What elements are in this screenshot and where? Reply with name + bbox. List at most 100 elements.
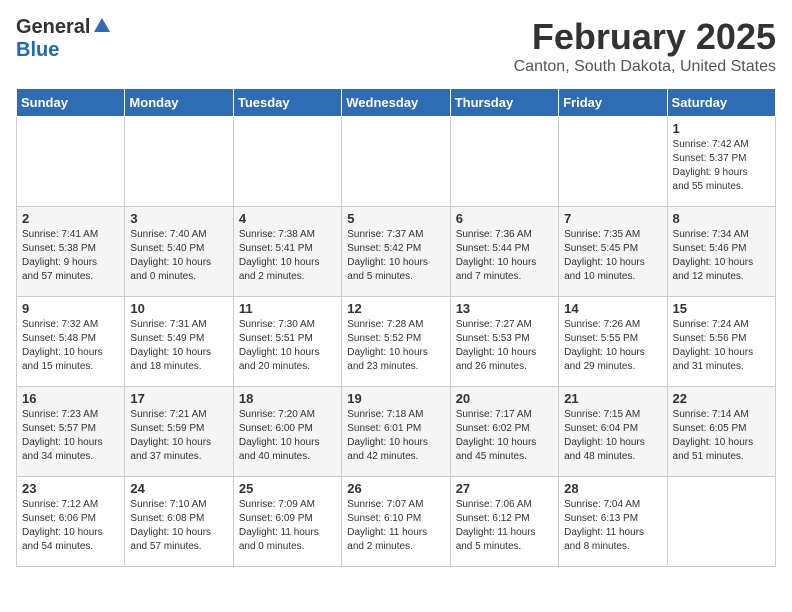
day-info: Sunrise: 7:34 AM Sunset: 5:46 PM Dayligh… [673,228,770,284]
day-number: 21 [564,391,661,406]
day-number: 15 [673,301,770,316]
calendar-cell [342,117,450,207]
calendar-cell: 5 Sunrise: 7:37 AM Sunset: 5:42 PM Daylig… [342,207,450,297]
calendar-cell [125,117,233,207]
day-info: Sunrise: 7:41 AM Sunset: 5:38 PM Dayligh… [22,228,119,284]
day-info: Sunrise: 7:37 AM Sunset: 5:42 PM Dayligh… [347,228,444,284]
logo: General Blue [16,16,112,62]
day-number: 2 [22,211,119,226]
calendar-cell: 4 Sunrise: 7:38 AM Sunset: 5:41 PM Daylig… [233,207,341,297]
day-of-week-header: Saturday [667,89,775,117]
calendar-cell: 25 Sunrise: 7:09 AM Sunset: 6:09 PM Dayli… [233,477,341,567]
calendar-cell [233,117,341,207]
day-info: Sunrise: 7:40 AM Sunset: 5:40 PM Dayligh… [130,228,227,284]
calendar-cell: 2 Sunrise: 7:41 AM Sunset: 5:38 PM Daylig… [17,207,125,297]
calendar-cell: 22Sunrise: 7:14 AM Sunset: 6:05 PM Dayli… [667,387,775,477]
calendar-cell: 10 Sunrise: 7:31 AM Sunset: 5:49 PM Dayli… [125,297,233,387]
calendar-cell: 27 Sunrise: 7:06 AM Sunset: 6:12 PM Dayli… [450,477,558,567]
day-number: 3 [130,211,227,226]
day-number: 20 [456,391,553,406]
calendar-cell: 13 Sunrise: 7:27 AM Sunset: 5:53 PM Dayli… [450,297,558,387]
day-of-week-header: Thursday [450,89,558,117]
calendar-cell: 26 Sunrise: 7:07 AM Sunset: 6:10 PM Dayli… [342,477,450,567]
calendar-cell: 7 Sunrise: 7:35 AM Sunset: 5:45 PM Daylig… [559,207,667,297]
calendar-cell: 21 Sunrise: 7:15 AM Sunset: 6:04 PM Dayli… [559,387,667,477]
day-of-week-header: Wednesday [342,89,450,117]
logo-blue-text: Blue [16,39,59,62]
calendar-cell: 11Sunrise: 7:30 AM Sunset: 5:51 PM Dayli… [233,297,341,387]
day-info: Sunrise: 7:28 AM Sunset: 5:52 PM Dayligh… [347,318,444,374]
day-info: Sunrise: 7:09 AM Sunset: 6:09 PM Dayligh… [239,498,336,554]
day-info: Sunrise: 7:04 AM Sunset: 6:13 PM Dayligh… [564,498,661,554]
day-number: 7 [564,211,661,226]
header: General Blue February 2025 Canton, South… [16,16,776,76]
day-number: 1 [673,121,770,136]
calendar-week-row: 1 Sunrise: 7:42 AM Sunset: 5:37 PM Daylig… [17,117,776,207]
day-info: Sunrise: 7:32 AM Sunset: 5:48 PM Dayligh… [22,318,119,374]
day-number: 13 [456,301,553,316]
day-info: Sunrise: 7:31 AM Sunset: 5:49 PM Dayligh… [130,318,227,374]
day-info: Sunrise: 7:15 AM Sunset: 6:04 PM Dayligh… [564,408,661,464]
day-number: 23 [22,481,119,496]
day-info: Sunrise: 7:24 AM Sunset: 5:56 PM Dayligh… [673,318,770,374]
logo-general-text: General [16,16,90,39]
calendar-cell: 12 Sunrise: 7:28 AM Sunset: 5:52 PM Dayli… [342,297,450,387]
day-number: 16 [22,391,119,406]
day-info: Sunrise: 7:10 AM Sunset: 6:08 PM Dayligh… [130,498,227,554]
title-area: February 2025 Canton, South Dakota, Unit… [514,16,776,76]
day-info: Sunrise: 7:18 AM Sunset: 6:01 PM Dayligh… [347,408,444,464]
day-number: 25 [239,481,336,496]
day-number: 26 [347,481,444,496]
day-number: 22 [673,391,770,406]
calendar-cell: 17Sunrise: 7:21 AM Sunset: 5:59 PM Dayli… [125,387,233,477]
calendar-week-row: 23 Sunrise: 7:12 AM Sunset: 6:06 PM Dayli… [17,477,776,567]
day-info: Sunrise: 7:06 AM Sunset: 6:12 PM Dayligh… [456,498,553,554]
calendar-cell: 23 Sunrise: 7:12 AM Sunset: 6:06 PM Dayli… [17,477,125,567]
day-number: 19 [347,391,444,406]
day-number: 24 [130,481,227,496]
day-info: Sunrise: 7:20 AM Sunset: 6:00 PM Dayligh… [239,408,336,464]
calendar-table: SundayMondayTuesdayWednesdayThursdayFrid… [16,88,776,567]
day-info: Sunrise: 7:07 AM Sunset: 6:10 PM Dayligh… [347,498,444,554]
day-number: 17 [130,391,227,406]
day-number: 27 [456,481,553,496]
day-number: 4 [239,211,336,226]
calendar-cell: 14 Sunrise: 7:26 AM Sunset: 5:55 PM Dayli… [559,297,667,387]
day-of-week-header: Sunday [17,89,125,117]
location-title: Canton, South Dakota, United States [514,58,776,76]
day-info: Sunrise: 7:27 AM Sunset: 5:53 PM Dayligh… [456,318,553,374]
calendar-cell: 16 Sunrise: 7:23 AM Sunset: 5:57 PM Dayli… [17,387,125,477]
calendar-cell: 20 Sunrise: 7:17 AM Sunset: 6:02 PM Dayli… [450,387,558,477]
day-of-week-header: Friday [559,89,667,117]
day-number: 10 [130,301,227,316]
day-number: 28 [564,481,661,496]
day-number: 18 [239,391,336,406]
calendar-cell: 28 Sunrise: 7:04 AM Sunset: 6:13 PM Dayli… [559,477,667,567]
calendar-cell: 18 Sunrise: 7:20 AM Sunset: 6:00 PM Dayli… [233,387,341,477]
calendar-cell: 19 Sunrise: 7:18 AM Sunset: 6:01 PM Dayli… [342,387,450,477]
calendar-cell: 15 Sunrise: 7:24 AM Sunset: 5:56 PM Dayli… [667,297,775,387]
calendar-week-row: 16 Sunrise: 7:23 AM Sunset: 5:57 PM Dayli… [17,387,776,477]
day-number: 6 [456,211,553,226]
day-number: 9 [22,301,119,316]
day-number: 14 [564,301,661,316]
logo-icon [92,16,112,36]
calendar-cell: 8Sunrise: 7:34 AM Sunset: 5:46 PM Daylig… [667,207,775,297]
day-number: 5 [347,211,444,226]
day-info: Sunrise: 7:35 AM Sunset: 5:45 PM Dayligh… [564,228,661,284]
day-info: Sunrise: 7:42 AM Sunset: 5:37 PM Dayligh… [673,138,770,194]
calendar-week-row: 2 Sunrise: 7:41 AM Sunset: 5:38 PM Daylig… [17,207,776,297]
calendar-cell: 1 Sunrise: 7:42 AM Sunset: 5:37 PM Daylig… [667,117,775,207]
day-info: Sunrise: 7:26 AM Sunset: 5:55 PM Dayligh… [564,318,661,374]
day-info: Sunrise: 7:38 AM Sunset: 5:41 PM Dayligh… [239,228,336,284]
day-info: Sunrise: 7:17 AM Sunset: 6:02 PM Dayligh… [456,408,553,464]
calendar-cell [17,117,125,207]
calendar-cell: 3 Sunrise: 7:40 AM Sunset: 5:40 PM Daylig… [125,207,233,297]
calendar-cell [450,117,558,207]
calendar-cell [667,477,775,567]
calendar-cell: 9 Sunrise: 7:32 AM Sunset: 5:48 PM Daylig… [17,297,125,387]
day-info: Sunrise: 7:23 AM Sunset: 5:57 PM Dayligh… [22,408,119,464]
day-info: Sunrise: 7:12 AM Sunset: 6:06 PM Dayligh… [22,498,119,554]
day-number: 11 [239,301,336,316]
day-number: 12 [347,301,444,316]
